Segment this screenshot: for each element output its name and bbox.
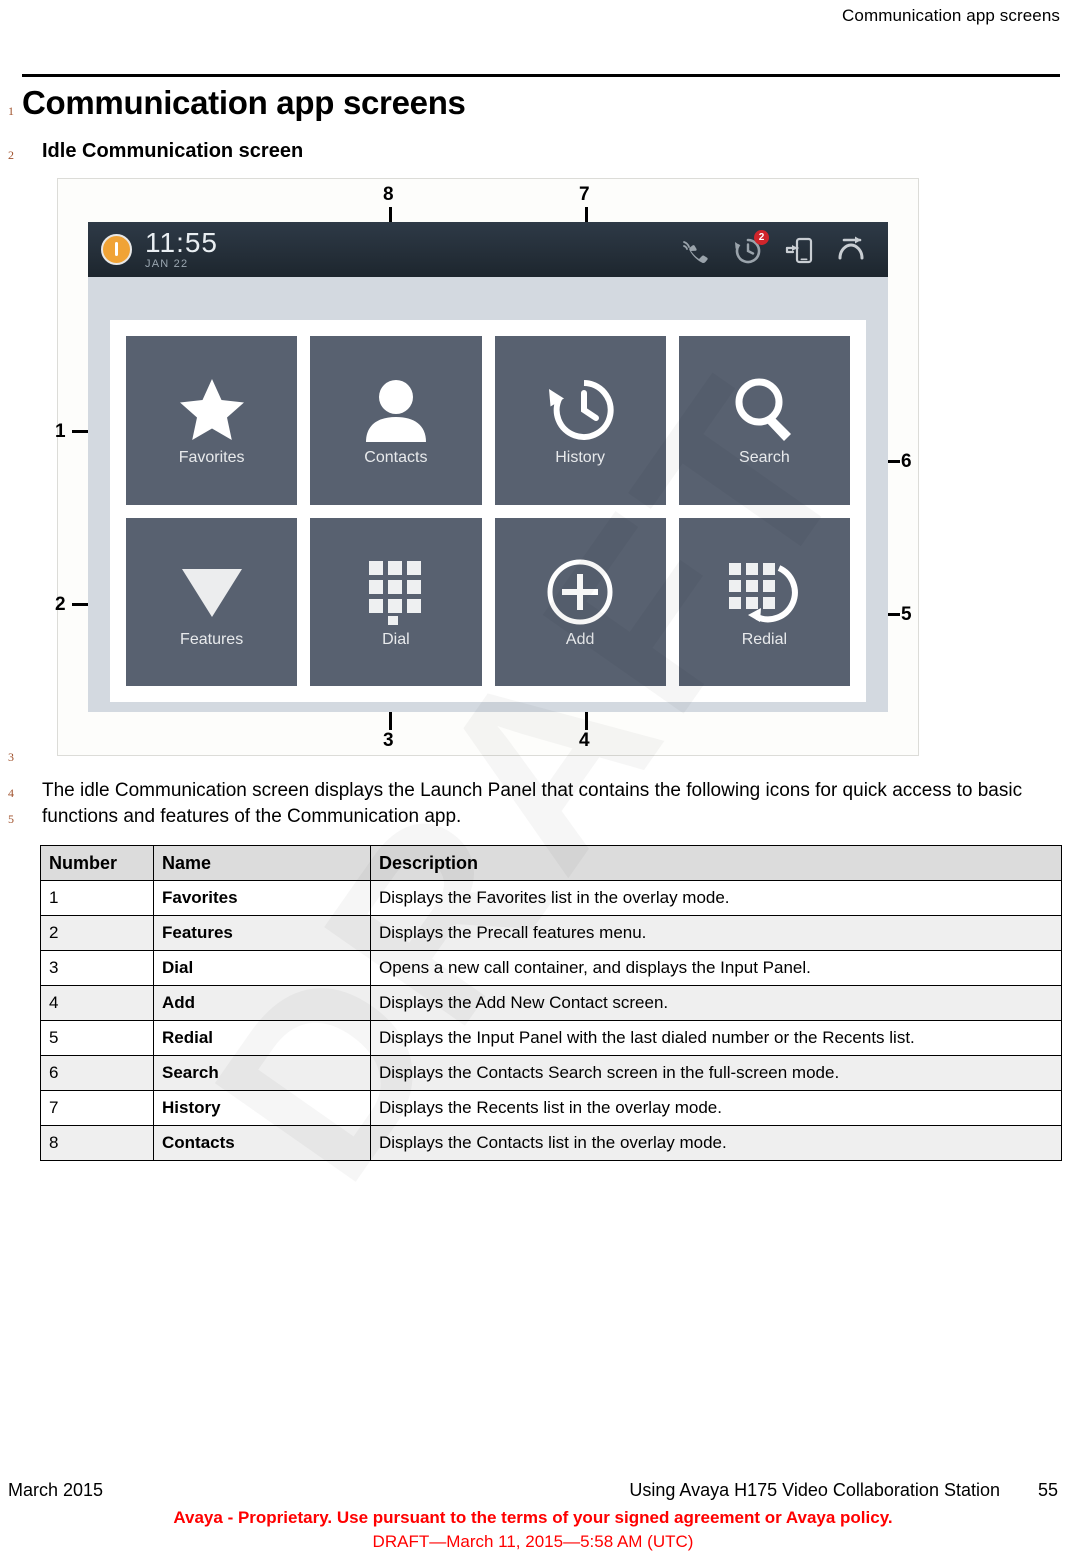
cell-name: History: [153, 1090, 371, 1126]
cell-description: Displays the Input Panel with the last d…: [370, 1020, 1062, 1056]
header-rule: [22, 74, 1060, 77]
cell-name: Contacts: [153, 1125, 371, 1161]
section-heading: Idle Communication screen: [42, 140, 304, 162]
table-row: 3 Dial Opens a new call container, and d…: [40, 950, 1062, 986]
redial-keypad-icon: [727, 555, 801, 629]
missed-call-count: 2: [754, 229, 769, 245]
cell-number: 5: [40, 1020, 154, 1056]
line-number-2: 2: [8, 148, 14, 162]
tile-label-history: History: [555, 449, 606, 467]
tile-label-add: Add: [565, 630, 595, 648]
table-row: 2 Features Displays the Precall features…: [40, 915, 1062, 951]
column-header-description: Description: [370, 845, 1062, 881]
send-to-device-icon[interactable]: [784, 235, 814, 265]
tile-label-favorites: Favorites: [178, 449, 245, 467]
tile-features[interactable]: Features: [126, 517, 298, 686]
cell-name: Search: [153, 1055, 371, 1091]
callout-3: 3: [383, 730, 394, 751]
cell-description: Displays the Contacts Search screen in t…: [370, 1055, 1062, 1091]
device-screen: 11:55 JAN 22 2 Favorites Contacts Histor…: [88, 222, 888, 712]
launch-panel: Favorites Contacts History Search Featur…: [110, 320, 866, 702]
cell-description: Displays the Contacts list in the overla…: [370, 1125, 1062, 1161]
launch-panel-tile-grid: Favorites Contacts History Search Featur…: [126, 336, 850, 686]
tile-label-dial: Dial: [382, 630, 410, 648]
table-row: 7 History Displays the Recents list in t…: [40, 1090, 1062, 1126]
cell-number: 3: [40, 950, 154, 986]
column-header-number: Number: [40, 845, 154, 881]
table-row: 8 Contacts Displays the Contacts list in…: [40, 1125, 1062, 1161]
history-clock-icon: [543, 373, 617, 447]
star-icon: [176, 373, 248, 447]
line-number-5: 5: [8, 812, 14, 826]
table-row: 5 Redial Displays the Input Panel with t…: [40, 1020, 1062, 1056]
status-bar-icons: 2: [680, 229, 866, 265]
status-bar: 11:55 JAN 22 2: [88, 222, 888, 277]
table-row: 4 Add Displays the Add New Contact scree…: [40, 985, 1062, 1021]
running-header: Communication app screens: [842, 6, 1060, 25]
status-time: 11:55: [145, 227, 218, 258]
tile-redial[interactable]: Redial: [678, 517, 850, 686]
callout-6: 6: [901, 451, 912, 472]
tile-label-search: Search: [739, 449, 790, 467]
cell-description: Displays the Favorites list in the overl…: [370, 880, 1062, 916]
call-forward-icon[interactable]: [836, 235, 866, 265]
cell-number: 2: [40, 915, 154, 951]
cell-description: Displays the Precall features menu.: [370, 915, 1062, 951]
footer-date: March 2015: [8, 1480, 104, 1500]
cell-name: Features: [153, 915, 371, 951]
tile-favorites[interactable]: Favorites: [126, 336, 298, 505]
footer-page-number: 55: [1037, 1480, 1058, 1500]
tile-label-contacts: Contacts: [364, 449, 428, 467]
tile-history[interactable]: History: [494, 336, 666, 505]
cell-number: 7: [40, 1090, 154, 1126]
missed-history-icon[interactable]: 2: [732, 229, 769, 265]
cell-number: 1: [40, 880, 154, 916]
line-number-3: 3: [8, 750, 14, 764]
triangle-down-icon: [179, 555, 245, 629]
tile-search[interactable]: Search: [678, 336, 850, 505]
chapter-title: Communication app screens: [22, 84, 466, 121]
keypad-icon: [367, 555, 425, 629]
callout-1: 1: [55, 421, 66, 442]
footer-document-title: Using Avaya H175 Video Collaboration Sta…: [629, 1480, 1000, 1500]
tile-label-features: Features: [180, 630, 244, 648]
status-date: JAN 22: [145, 258, 189, 270]
status-clock: 11:55 JAN 22: [145, 229, 218, 270]
callout-7: 7: [579, 184, 590, 205]
footer-proprietary-notice: Avaya - Proprietary. Use pursuant to the…: [173, 1508, 893, 1527]
body-paragraph: The idle Communication screen displays t…: [42, 780, 1023, 827]
tile-dial[interactable]: Dial: [310, 517, 482, 686]
person-icon: [363, 373, 429, 447]
cell-number: 4: [40, 985, 154, 1021]
figure-idle-communication-screen: 8 7 1 2 6 5 3 4 11:55 JAN 22 2 Favorites…: [55, 178, 919, 756]
table-row: 1 Favorites Displays the Favorites list …: [40, 880, 1062, 916]
cell-name: Redial: [153, 1020, 371, 1056]
callout-2: 2: [55, 594, 66, 615]
cell-description: Displays the Recents list in the overlay…: [370, 1090, 1062, 1126]
cell-number: 8: [40, 1125, 154, 1161]
callout-8: 8: [383, 184, 394, 205]
magnifier-icon: [729, 373, 799, 447]
icon-reference-table: Number Name Description 1 Favorites Disp…: [40, 845, 1062, 1161]
table-row: 6 Search Displays the Contacts Search sc…: [40, 1055, 1062, 1091]
cell-name: Add: [153, 985, 371, 1021]
active-call-icon[interactable]: [680, 235, 710, 265]
cell-name: Favorites: [153, 880, 371, 916]
tile-contacts[interactable]: Contacts: [310, 336, 482, 505]
footer-draft-notice: DRAFT—March 11, 2015—5:58 AM (UTC): [372, 1532, 694, 1551]
cell-number: 6: [40, 1055, 154, 1091]
exclamation-badge-icon: [101, 234, 132, 265]
tile-label-redial: Redial: [741, 630, 788, 648]
cell-description: Opens a new call container, and displays…: [370, 950, 1062, 986]
cell-name: Dial: [153, 950, 371, 986]
cell-description: Displays the Add New Contact screen.: [370, 985, 1062, 1021]
callout-5: 5: [901, 604, 912, 625]
tile-add[interactable]: Add: [494, 517, 666, 686]
line-number-4: 4: [8, 786, 14, 800]
table-header-row: Number Name Description: [40, 845, 1062, 881]
plus-circle-icon: [545, 555, 615, 629]
column-header-name: Name: [153, 845, 371, 881]
callout-4: 4: [579, 730, 590, 751]
launch-panel-background: Favorites Contacts History Search Featur…: [88, 277, 888, 712]
